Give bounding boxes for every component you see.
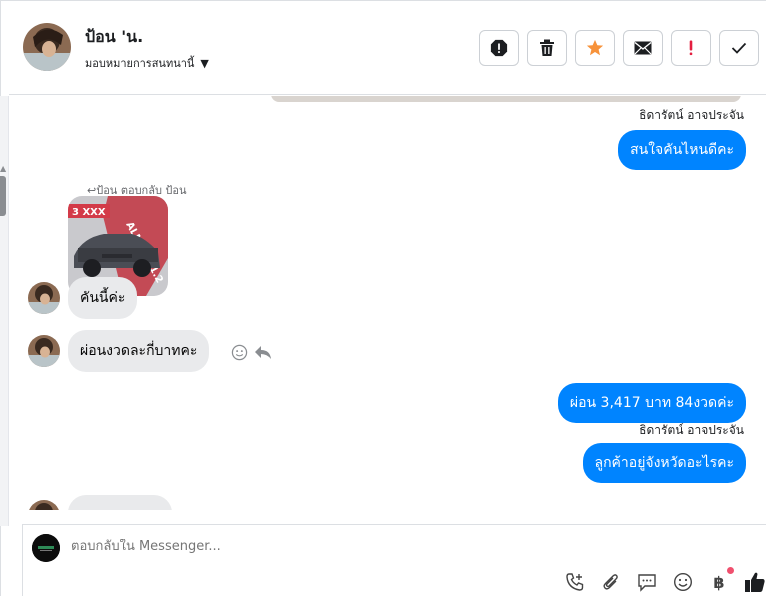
header-actions bbox=[479, 30, 759, 66]
important-icon bbox=[689, 40, 693, 56]
saved-reply-button[interactable] bbox=[636, 571, 658, 593]
payment-button[interactable]: ฿ bbox=[708, 567, 734, 593]
payment-icon: ฿ bbox=[713, 572, 725, 592]
composer-tools: ฿ bbox=[564, 567, 766, 593]
react-emoji-icon[interactable] bbox=[231, 344, 248, 361]
scroll-up-icon[interactable]: ▲ bbox=[0, 164, 6, 173]
conversation-header: ป้อน 'น. มอบหมายการสนทนานี้ ▼ bbox=[9, 1, 766, 95]
message-hover-actions bbox=[231, 344, 272, 361]
saved-reply-icon bbox=[638, 574, 656, 592]
mark-unread-button[interactable] bbox=[623, 30, 663, 66]
incoming-message[interactable]: ผ่อนงวดละกี่บาทคะ bbox=[68, 330, 210, 372]
trash-icon bbox=[540, 39, 554, 56]
contact-avatar[interactable] bbox=[23, 23, 71, 71]
star-button[interactable] bbox=[575, 30, 615, 66]
mark-done-button[interactable] bbox=[719, 30, 759, 66]
contact-name[interactable]: ป้อน 'น. bbox=[85, 25, 143, 50]
outgoing-message[interactable]: ผ่อน 3,417 บาท 84งวดค่ะ bbox=[557, 383, 746, 423]
delete-button[interactable] bbox=[527, 30, 567, 66]
outgoing-message[interactable]: สนใจคันไหนดีคะ bbox=[618, 130, 746, 170]
incoming-message[interactable]: คันนี้ค่ะ bbox=[68, 277, 138, 319]
photo-badge-text: 3 XXX bbox=[72, 207, 106, 218]
sender-label: ธิดารัตน์ อาจประจัน bbox=[639, 423, 744, 437]
caret-down-icon: ▼ bbox=[200, 56, 209, 70]
check-icon bbox=[731, 42, 747, 54]
notification-dot bbox=[727, 567, 734, 574]
left-scroll-track bbox=[0, 96, 9, 526]
left-scrollbar-thumb[interactable] bbox=[0, 176, 6, 216]
page-avatar bbox=[32, 534, 60, 562]
emoji-icon bbox=[673, 572, 693, 592]
reply-input[interactable] bbox=[71, 539, 671, 554]
mail-icon bbox=[634, 41, 652, 55]
emoji-button[interactable] bbox=[672, 571, 694, 593]
assign-label: มอบหมายการสนทนานี้ bbox=[85, 57, 195, 70]
like-button[interactable] bbox=[744, 571, 766, 593]
mark-spam-button[interactable] bbox=[479, 30, 519, 66]
star-icon bbox=[586, 39, 604, 56]
incoming-message-partial[interactable] bbox=[68, 495, 172, 510]
assign-conversation-dropdown[interactable]: มอบหมายการสนทนานี้ ▼ bbox=[85, 54, 209, 72]
spam-icon bbox=[490, 39, 508, 57]
contact-avatar-small[interactable] bbox=[28, 335, 60, 367]
contact-avatar-small[interactable] bbox=[28, 282, 60, 314]
like-icon bbox=[745, 572, 765, 592]
contact-avatar-small[interactable] bbox=[28, 500, 60, 510]
message-thread[interactable]: ธิดารัตน์ อาจประจัน สนใจคันไหนดีคะ ↩ป้อน… bbox=[9, 96, 766, 510]
attach-icon bbox=[603, 574, 618, 590]
call-add-button[interactable] bbox=[564, 571, 586, 593]
call-add-icon bbox=[566, 573, 584, 591]
outgoing-message[interactable]: ลูกค้าอยู่จังหวัดอะไรคะ bbox=[582, 443, 746, 483]
attach-button[interactable] bbox=[600, 571, 622, 593]
previous-image-message[interactable] bbox=[271, 96, 741, 102]
reply-composer: ฿ bbox=[22, 524, 766, 596]
mark-important-button[interactable] bbox=[671, 30, 711, 66]
reply-icon[interactable] bbox=[254, 345, 272, 360]
sender-label: ธิดารัตน์ อาจประจัน bbox=[639, 108, 744, 122]
